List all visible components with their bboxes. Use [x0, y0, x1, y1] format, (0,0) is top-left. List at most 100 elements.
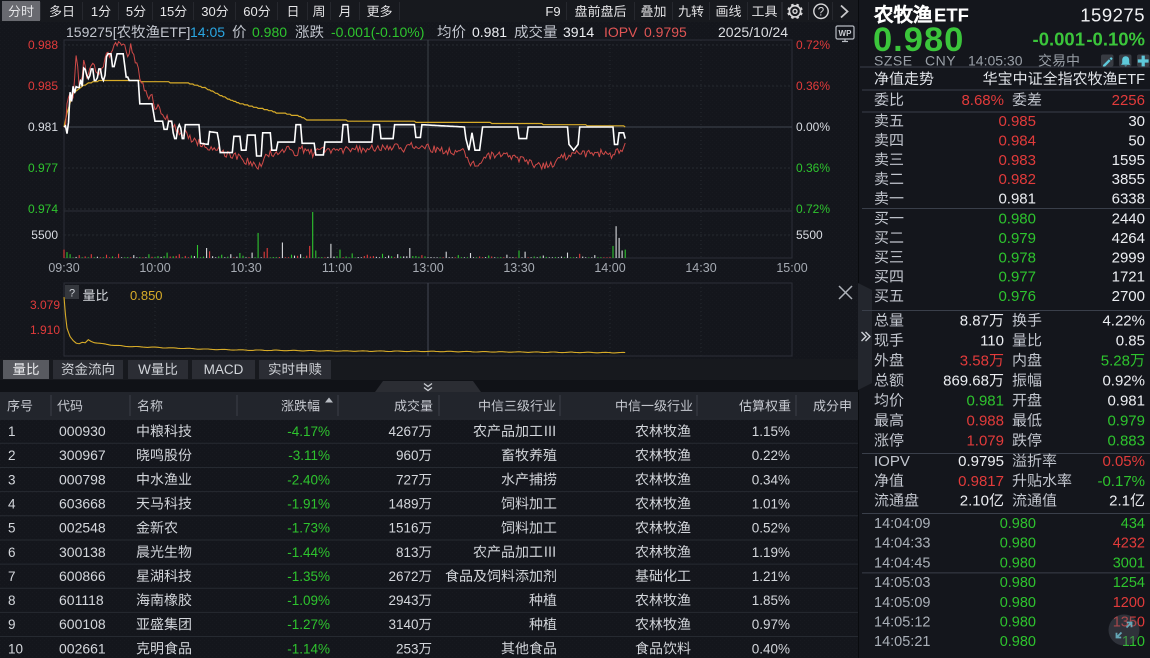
- svg-text:727: 727: [396, 472, 419, 487]
- svg-text:8.68%: 8.68%: [961, 92, 1004, 109]
- svg-text:8: 8: [8, 593, 16, 608]
- svg-text:000798: 000798: [59, 471, 106, 487]
- svg-text:-0.17%: -0.17%: [1097, 473, 1145, 490]
- svg-text:0.981: 0.981: [28, 120, 58, 134]
- svg-text:0.985: 0.985: [998, 113, 1036, 130]
- svg-text:-4.17%: -4.17%: [287, 424, 330, 439]
- svg-text:0.36%: 0.36%: [796, 79, 830, 93]
- svg-text:15:00: 15:00: [776, 261, 807, 275]
- svg-text:09:30: 09:30: [48, 261, 79, 275]
- svg-text:434: 434: [1121, 516, 1145, 532]
- svg-text:3140: 3140: [388, 617, 418, 632]
- svg-text:1.85%: 1.85%: [752, 593, 790, 608]
- svg-text:002661: 002661: [59, 640, 106, 656]
- svg-text:0.980: 0.980: [1000, 634, 1036, 650]
- svg-text:603668: 603668: [59, 495, 106, 511]
- svg-text:14:04:09: 14:04:09: [874, 516, 930, 532]
- svg-text:0.97%: 0.97%: [752, 617, 790, 632]
- svg-text:0.977: 0.977: [28, 161, 58, 175]
- svg-text:4232: 4232: [1113, 536, 1145, 552]
- svg-text:0.980: 0.980: [998, 211, 1036, 228]
- svg-text:1254: 1254: [1113, 575, 1145, 591]
- svg-text:1516: 1516: [388, 521, 418, 536]
- svg-text:0.40%: 0.40%: [752, 641, 790, 656]
- svg-text:300967: 300967: [59, 447, 106, 463]
- svg-text:0.974: 0.974: [28, 202, 58, 216]
- svg-text:3.58: 3.58: [960, 353, 989, 370]
- svg-text:159275[: 159275[: [66, 24, 117, 40]
- svg-text:2: 2: [8, 448, 16, 463]
- svg-text:0.883: 0.883: [1107, 433, 1145, 450]
- svg-text:14:05:30: 14:05:30: [968, 53, 1023, 69]
- svg-text:0.980: 0.980: [1000, 555, 1036, 571]
- svg-text:-1.09%: -1.09%: [287, 593, 330, 608]
- svg-text:2440: 2440: [1112, 211, 1145, 228]
- svg-text:-1.44%: -1.44%: [287, 545, 330, 560]
- svg-text:1489: 1489: [388, 496, 418, 511]
- svg-text:ETF]: ETF]: [160, 24, 190, 40]
- svg-text:600108: 600108: [59, 616, 106, 632]
- svg-text:14:05:21: 14:05:21: [874, 634, 930, 650]
- svg-text:ETF: ETF: [1118, 72, 1146, 88]
- svg-text:10: 10: [8, 641, 23, 656]
- svg-text:-3.11%: -3.11%: [288, 448, 330, 463]
- svg-text:0.988: 0.988: [28, 38, 58, 52]
- svg-text:0.984: 0.984: [998, 132, 1036, 149]
- svg-text:159275: 159275: [1080, 5, 1145, 26]
- svg-text:869.68: 869.68: [943, 373, 989, 390]
- svg-text:1.19%: 1.19%: [752, 545, 790, 560]
- svg-text:0.72%: 0.72%: [796, 202, 830, 216]
- svg-text:-0.10%: -0.10%: [1086, 29, 1145, 50]
- svg-text:0.977: 0.977: [998, 269, 1036, 286]
- svg-text:0.980: 0.980: [1000, 536, 1036, 552]
- svg-text:14:04:45: 14:04:45: [874, 555, 930, 571]
- svg-text:600866: 600866: [59, 568, 106, 584]
- svg-text:15: 15: [160, 4, 174, 19]
- svg-text:9: 9: [8, 617, 16, 632]
- svg-text:2700: 2700: [1112, 288, 1145, 305]
- svg-text:CNY: CNY: [925, 53, 956, 69]
- svg-text:14:05:09: 14:05:09: [874, 595, 930, 611]
- svg-text:-2.40%: -2.40%: [287, 472, 330, 487]
- svg-text:0.9817: 0.9817: [958, 473, 1004, 490]
- svg-text:3855: 3855: [1112, 171, 1145, 188]
- svg-text:?: ?: [69, 288, 75, 300]
- svg-text:960: 960: [396, 448, 419, 463]
- svg-text:3: 3: [8, 472, 16, 487]
- svg-text:300138: 300138: [59, 544, 106, 560]
- svg-text:0.34%: 0.34%: [752, 472, 790, 487]
- svg-text:50: 50: [1128, 132, 1145, 149]
- svg-text:1.21%: 1.21%: [752, 569, 790, 584]
- svg-text:0.981: 0.981: [966, 393, 1004, 410]
- svg-text:813: 813: [396, 545, 419, 560]
- svg-text:2.1: 2.1: [1109, 493, 1130, 510]
- svg-text:?: ?: [818, 6, 824, 18]
- svg-text:1595: 1595: [1112, 152, 1145, 169]
- svg-text:13:30: 13:30: [503, 261, 534, 275]
- svg-text:0.92%: 0.92%: [1102, 373, 1145, 390]
- svg-text:10:30: 10:30: [230, 261, 261, 275]
- svg-text:0.980: 0.980: [1000, 575, 1036, 591]
- svg-text:0.981: 0.981: [998, 191, 1036, 208]
- svg-text:0.981: 0.981: [472, 24, 507, 40]
- svg-text:0.22%: 0.22%: [752, 448, 790, 463]
- svg-text:7: 7: [8, 569, 16, 584]
- svg-text:13:00: 13:00: [412, 261, 443, 275]
- svg-text:5: 5: [126, 4, 133, 19]
- svg-text:1.01%: 1.01%: [752, 496, 790, 511]
- svg-text:-0.001(-0.10%): -0.001(-0.10%): [331, 24, 424, 40]
- svg-text:0.983: 0.983: [998, 152, 1036, 169]
- svg-text:1200: 1200: [1113, 595, 1145, 611]
- svg-text:6338: 6338: [1112, 191, 1145, 208]
- svg-text:F9: F9: [545, 4, 560, 19]
- svg-text:4.22%: 4.22%: [1102, 313, 1145, 330]
- svg-text:2672: 2672: [388, 569, 418, 584]
- svg-text:0.978: 0.978: [998, 249, 1036, 266]
- svg-text:W: W: [138, 362, 151, 377]
- svg-text:8.87: 8.87: [960, 313, 989, 330]
- svg-text:5.28: 5.28: [1101, 353, 1130, 370]
- svg-text:-1.27%: -1.27%: [287, 617, 330, 632]
- svg-text:-1.73%: -1.73%: [287, 521, 330, 536]
- svg-text:14:04:33: 14:04:33: [874, 536, 930, 552]
- svg-text:IOPV: IOPV: [874, 453, 910, 470]
